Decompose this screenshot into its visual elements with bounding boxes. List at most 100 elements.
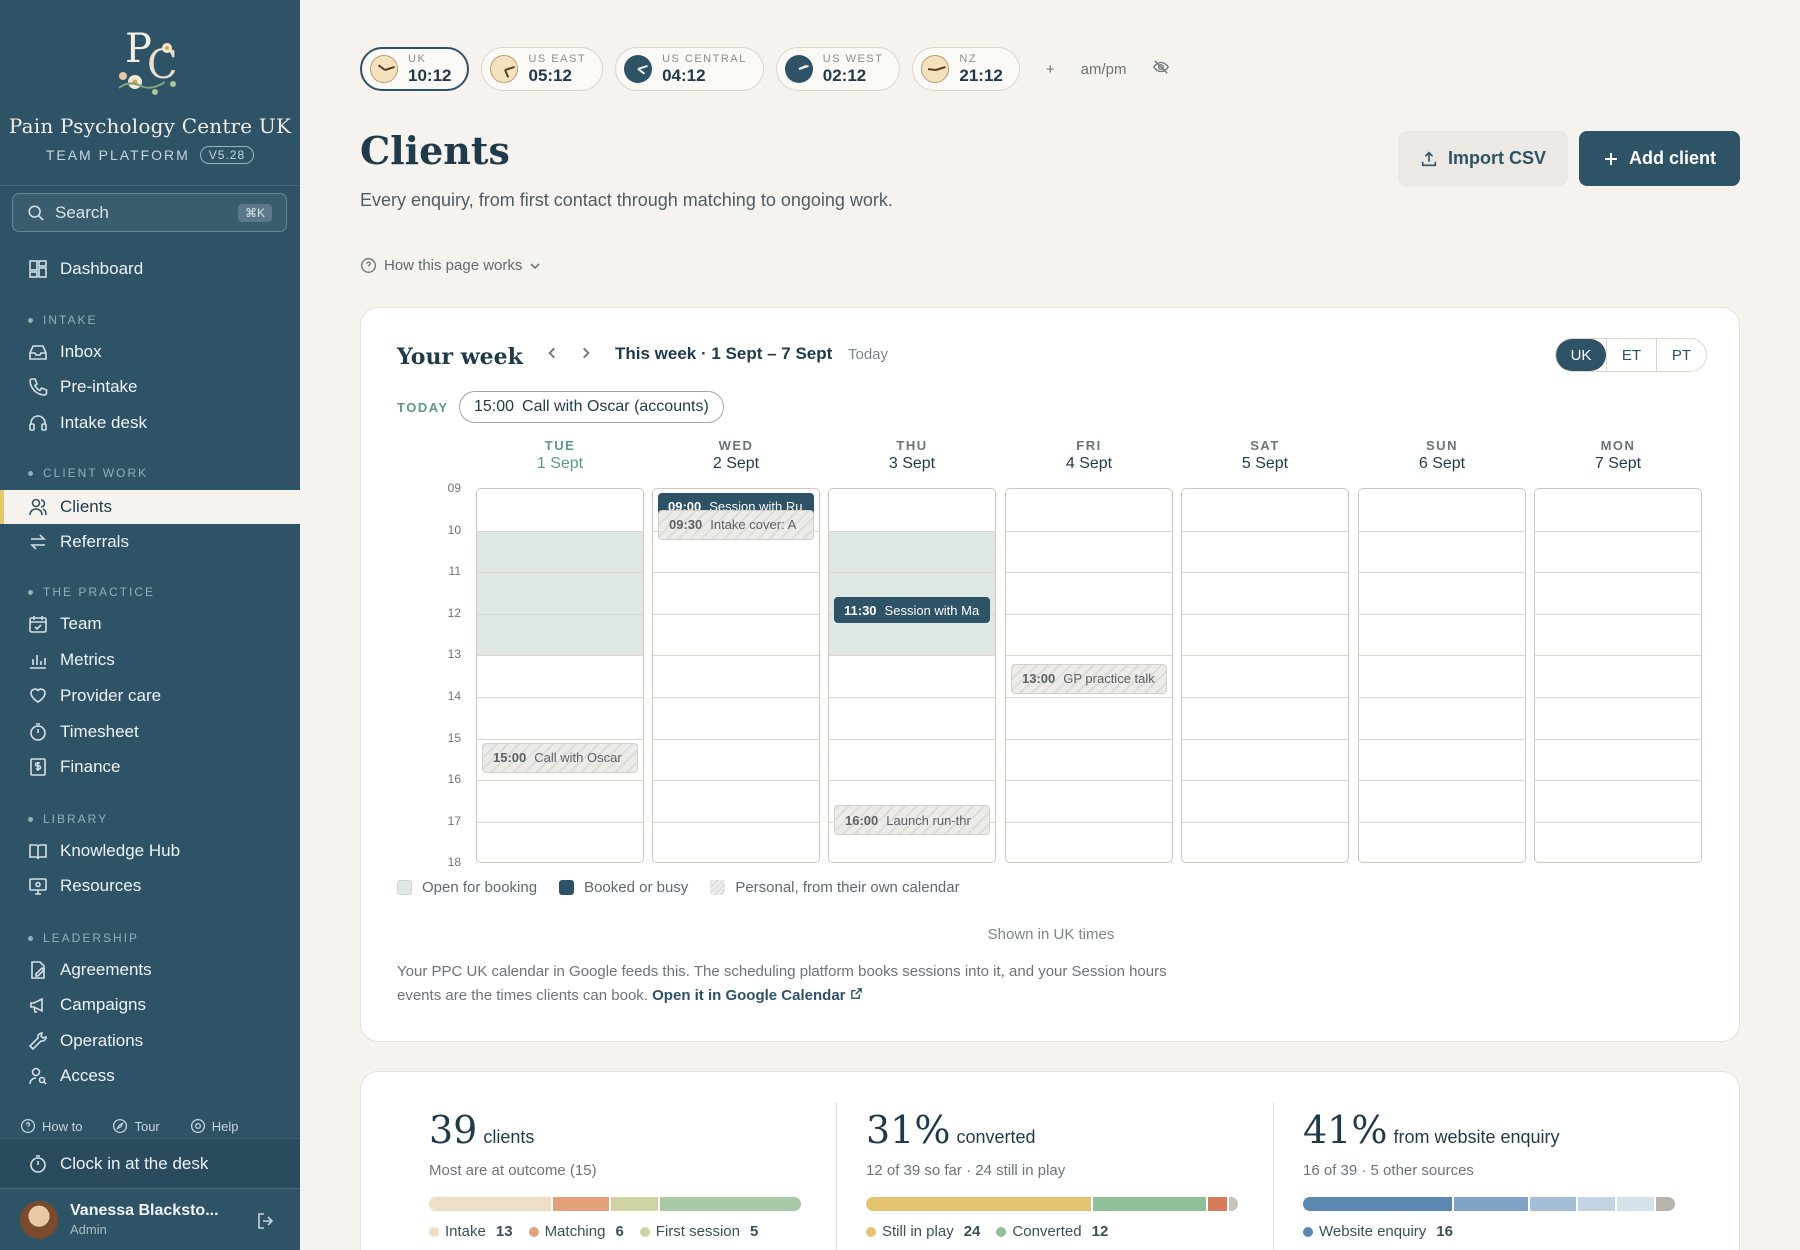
tz-uk-button[interactable]: UK	[1556, 339, 1606, 371]
day-column[interactable]	[1534, 488, 1702, 863]
stat-value: 31%	[866, 1108, 951, 1152]
sidebar-item-referrals[interactable]: Referrals	[0, 525, 300, 559]
hour-label: 13	[447, 647, 461, 662]
sidebar-item-timesheet[interactable]: Timesheet	[0, 715, 300, 749]
user-profile[interactable]: Vanessa Blacksto... Admin	[0, 1188, 300, 1250]
day-name: SAT	[1250, 438, 1280, 453]
divider	[1273, 1102, 1274, 1250]
day-column[interactable]: 11:30 Session with Ma 16:00 Launch run-thr	[828, 488, 996, 863]
chevron-left-icon[interactable]	[545, 346, 559, 360]
clock-pill-us-west[interactable]: US WEST 02:12	[775, 47, 901, 91]
sidebar-item-dashboard[interactable]: Dashboard	[0, 252, 300, 286]
timezone-toggle: UK ET PT	[1555, 338, 1707, 372]
clock-pill-us-east[interactable]: US EAST 05:12	[481, 47, 604, 91]
document-edit-icon	[31, 961, 46, 979]
sidebar-item-label: Pre-intake	[60, 377, 138, 396]
hide-clocks-button[interactable]	[1152, 58, 1170, 80]
open-slot[interactable]	[829, 530, 995, 656]
help-link[interactable]: Help	[190, 1118, 239, 1134]
hour-label: 16	[447, 772, 461, 787]
day-header: WED 2 Sept	[652, 438, 820, 473]
bottom-links: How to Tour Help	[20, 1118, 239, 1134]
how-this-page-works-toggle[interactable]: How this page works	[360, 257, 541, 274]
event-title: GP practice talk	[1063, 671, 1155, 687]
today-button[interactable]: Today	[848, 346, 888, 363]
wrench-icon	[28, 1032, 47, 1051]
logout-icon[interactable]	[256, 1211, 276, 1231]
day-column[interactable]	[1358, 488, 1526, 863]
import-csv-button[interactable]: Import CSV	[1398, 131, 1568, 186]
sidebar-item-agreements[interactable]: Agreements	[0, 953, 300, 987]
chevron-right-icon[interactable]	[579, 346, 593, 360]
clock-pill-uk[interactable]: UK 10:12	[360, 47, 470, 91]
sidebar-item-provider-care[interactable]: Provider care	[0, 679, 300, 713]
calendar-event[interactable]: 15:00 Call with Oscar	[482, 742, 638, 773]
stat-legend-item: First session 5	[639, 1223, 758, 1240]
open-slot[interactable]	[477, 530, 643, 656]
headset-icon	[29, 415, 47, 431]
stat-legend-item: Website enquiry 16	[1303, 1223, 1453, 1240]
event-title: Launch run-thr	[886, 812, 971, 828]
calendar-event[interactable]: 16:00 Launch run-thr	[834, 805, 990, 835]
calendar-event[interactable]: 09:30 Intake cover: A	[658, 509, 814, 540]
day-date: 3 Sept	[888, 455, 936, 472]
clock-label: US WEST	[822, 52, 884, 65]
day-column[interactable]: 13:00 GP practice talk	[1005, 488, 1173, 863]
stat-bar-segment	[1453, 1197, 1528, 1211]
stat-bar-segment	[660, 1197, 801, 1211]
day-column[interactable]	[1181, 488, 1349, 863]
shown-in-timezone: Shown in UK times	[987, 926, 1115, 943]
tour-link[interactable]: Tour	[112, 1118, 160, 1134]
sidebar-item-label: Dashboard	[60, 259, 144, 278]
sidebar-item-metrics[interactable]: Metrics	[0, 643, 300, 677]
search-input[interactable]: Search ⌘K	[12, 193, 287, 232]
calendar-check-icon	[29, 616, 47, 633]
add-clock-button[interactable]: +	[1046, 61, 1055, 78]
ampm-toggle[interactable]: am/pm	[1081, 61, 1127, 78]
chevron-down-icon	[530, 262, 540, 269]
clock-pill-nz[interactable]: NZ 21:12	[912, 47, 1020, 91]
today-event-chip[interactable]: 15:00 Call with Oscar (accounts)	[459, 391, 724, 423]
stat-bar	[866, 1197, 1238, 1211]
day-column[interactable]: 09:00 Session with Ru 09:30 Intake cover: A	[652, 488, 820, 863]
sidebar-item-resources[interactable]: Resources	[0, 869, 300, 903]
section-practice: THE PRACTICE	[28, 585, 155, 599]
stat-block: 31% converted 12 of 39 so far · 24 still …	[866, 1108, 1238, 1240]
tz-et-button[interactable]: ET	[1606, 339, 1656, 371]
event-time: 13:00	[1022, 671, 1056, 687]
sidebar-item-campaigns[interactable]: Campaigns	[0, 988, 300, 1022]
clock-label: US EAST	[528, 52, 587, 65]
tz-pt-button[interactable]: PT	[1656, 339, 1706, 371]
brand-subtitle: TEAM PLATFORM V5.28	[46, 146, 255, 164]
calendar-event[interactable]: 13:00 GP practice talk	[1011, 663, 1167, 694]
sidebar-item-finance[interactable]: Finance	[0, 750, 300, 784]
clock-icon	[490, 55, 519, 83]
clock-in-button[interactable]: Clock in at the desk	[0, 1138, 300, 1188]
inbox-icon	[29, 345, 47, 360]
how-to-link[interactable]: How to	[20, 1118, 82, 1134]
sidebar-item-clients[interactable]: Clients	[0, 490, 300, 524]
sidebar-item-operations[interactable]: Operations	[0, 1024, 300, 1058]
section-leadership: LEADERSHIP	[28, 931, 139, 945]
day-date: 1 Sept	[536, 455, 584, 472]
open-google-calendar-link[interactable]: Open it in Google Calendar	[652, 987, 863, 1004]
day-column[interactable]: 15:00 Call with Oscar	[476, 488, 644, 863]
sidebar-item-intake-desk[interactable]: Intake desk	[0, 406, 300, 440]
stat-block: 41% from website enquiry 16 of 39 · 5 oth…	[1303, 1108, 1675, 1240]
sidebar-item-pre-intake[interactable]: Pre-intake	[0, 370, 300, 404]
clock-icon	[784, 55, 813, 83]
add-client-button[interactable]: Add client	[1579, 131, 1740, 186]
event-title: Intake cover: A	[710, 517, 797, 533]
sidebar-item-knowledge-hub[interactable]: Knowledge Hub	[0, 834, 300, 868]
day-name: SUN	[1426, 438, 1458, 453]
calendar-event[interactable]: 11:30 Session with Ma	[834, 597, 990, 623]
sidebar-item-access[interactable]: Access	[0, 1059, 300, 1093]
calendar-note: Your PPC UK calendar in Google feeds thi…	[397, 963, 1167, 1004]
day-name: TUE	[544, 438, 576, 453]
heart-hand-icon	[30, 688, 46, 703]
compass-icon	[113, 1118, 128, 1134]
client-stats-card: 39 clients Most are at outcome (15) Intak…	[360, 1071, 1740, 1250]
clock-pill-us-central[interactable]: US CENTRAL 04:12	[615, 47, 764, 91]
sidebar-item-inbox[interactable]: Inbox	[0, 335, 300, 369]
sidebar-item-team[interactable]: Team	[0, 607, 300, 641]
